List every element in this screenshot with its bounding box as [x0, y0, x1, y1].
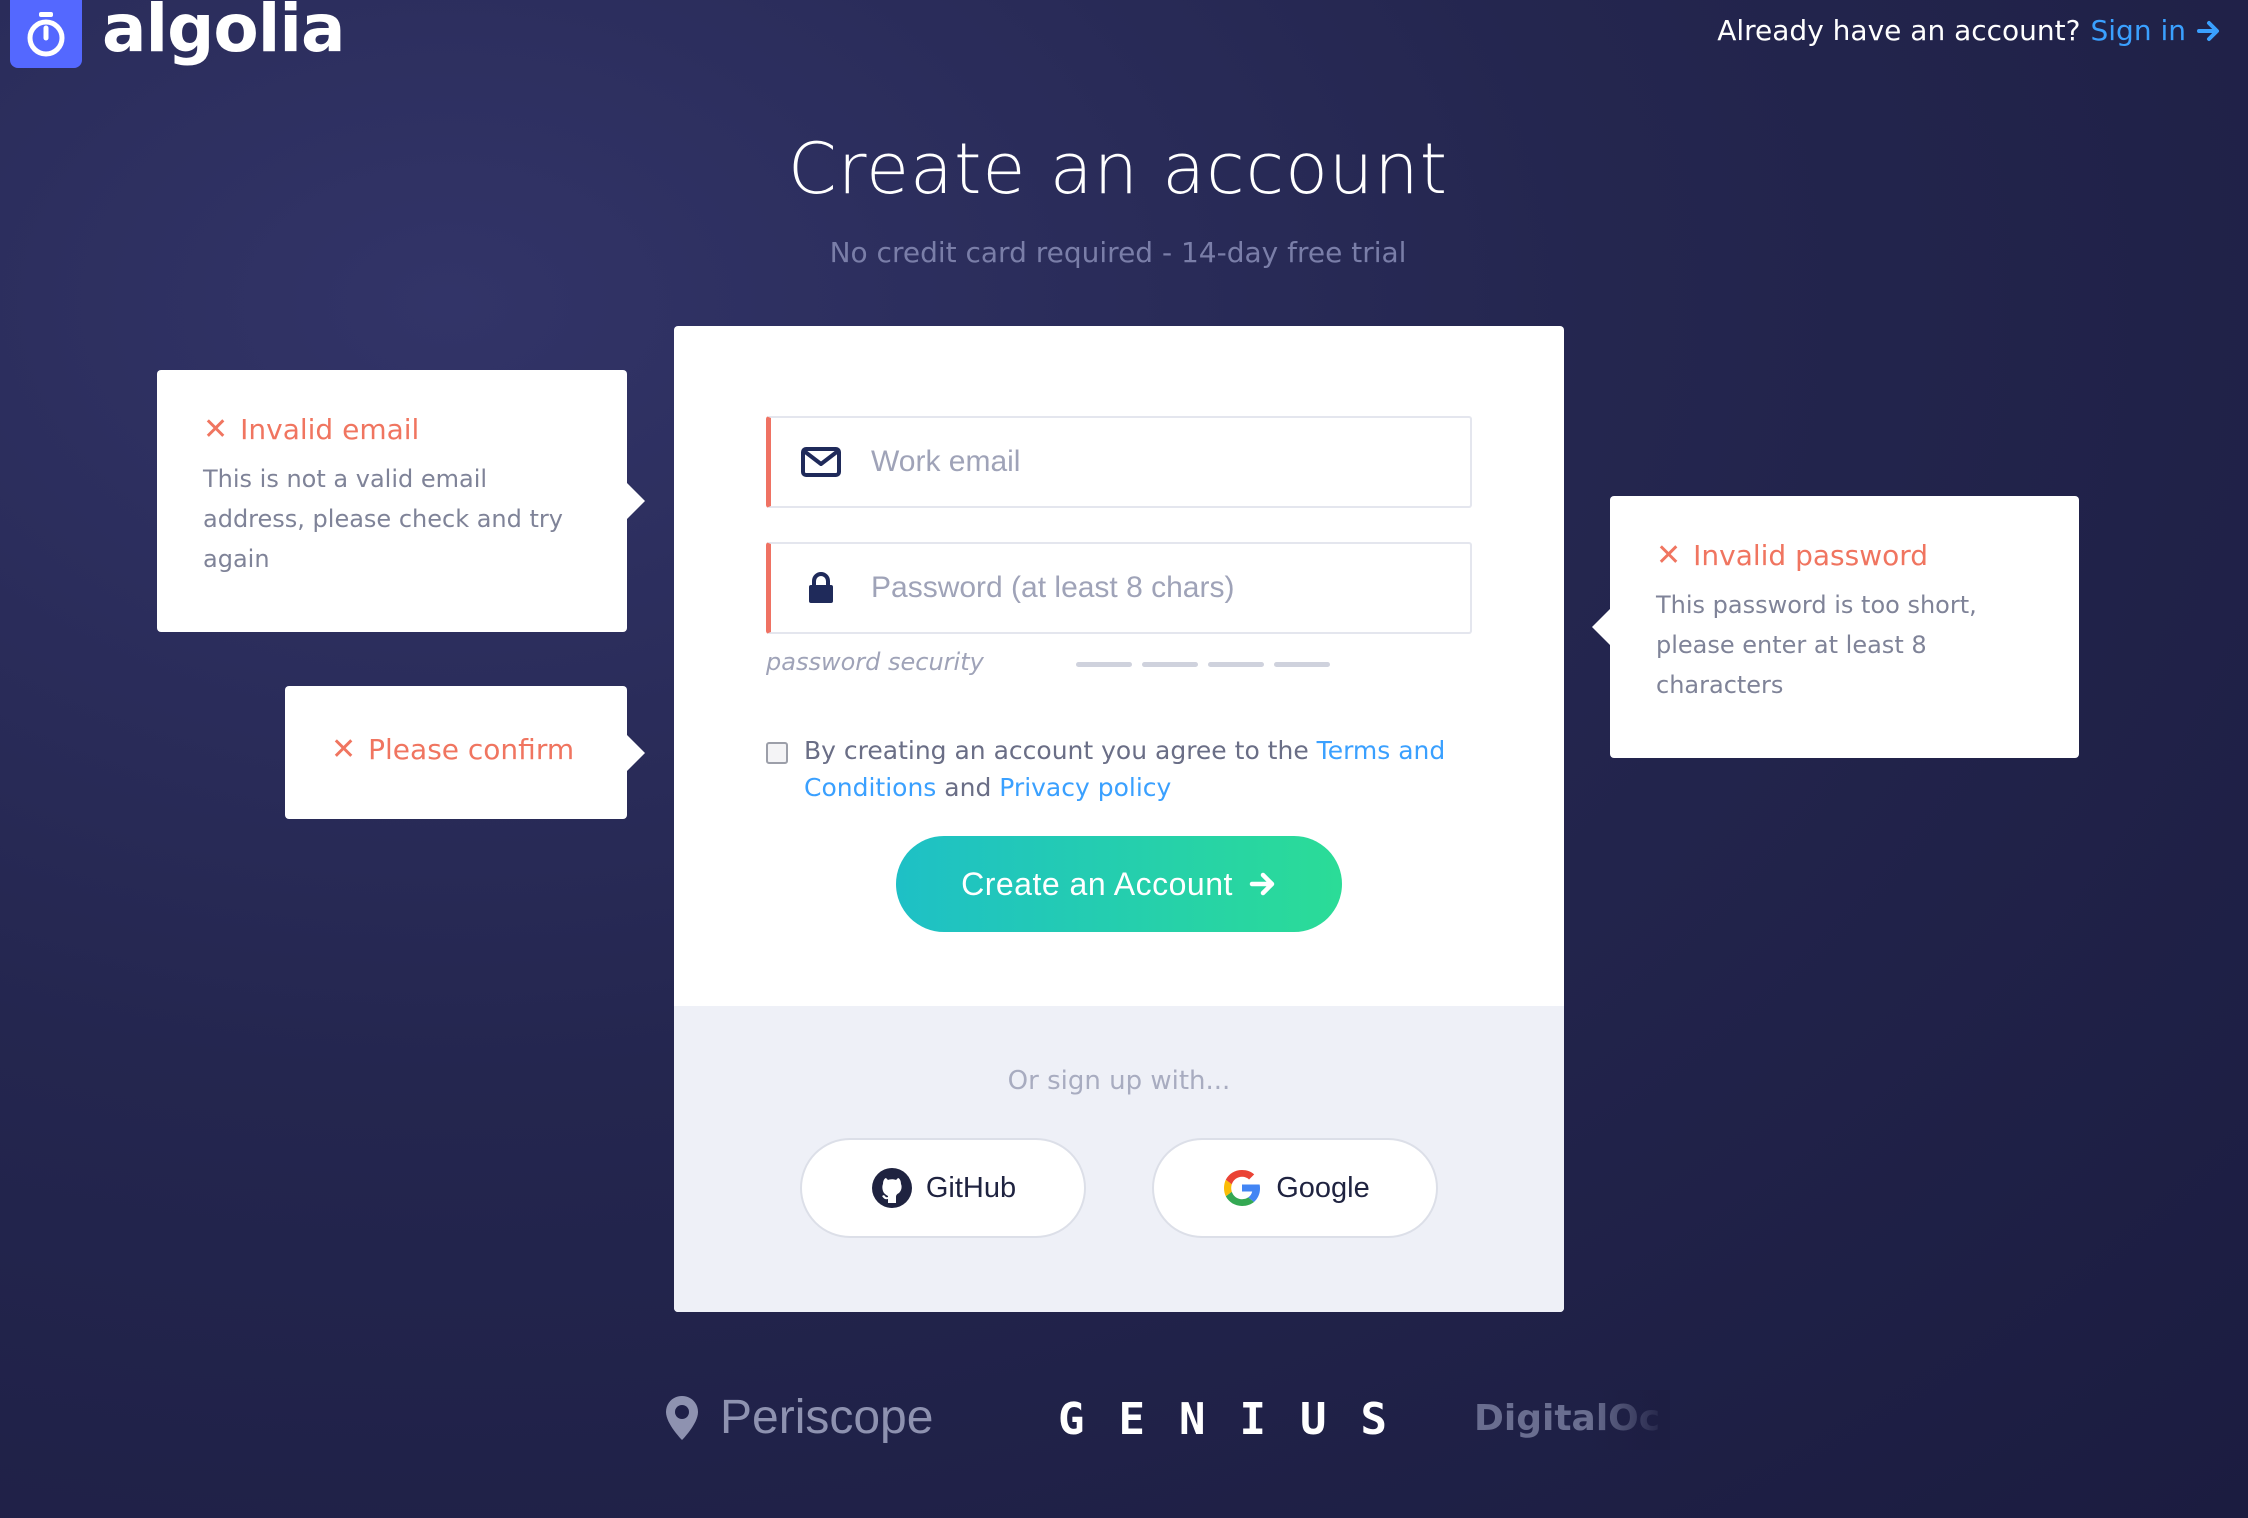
github-icon [871, 1168, 912, 1208]
email-error-tooltip: ✕ Invalid email This is not a valid emai… [157, 370, 645, 632]
email-error-message: This is not a valid email address, pleas… [203, 465, 563, 573]
periscope-logo: Periscope [664, 1390, 933, 1445]
close-icon: ✕ [203, 412, 229, 447]
genius-logo: GENIUS [1058, 1394, 1421, 1445]
terms-prefix: By creating an account you agree to the [804, 736, 1309, 765]
algolia-logo-mark[interactable] [10, 0, 82, 68]
arrow-right-icon[interactable] [2196, 18, 2222, 44]
google-icon [1224, 1170, 1261, 1206]
customer-logos: Periscope GENIUS DigitalOcean [0, 1390, 2248, 1460]
strength-bar [1208, 662, 1264, 667]
arrow-right-icon [1249, 872, 1275, 896]
confirm-error-title: Please confirm [368, 733, 575, 766]
signup-card: password security By creating an account… [674, 326, 1564, 1312]
github-label: GitHub [925, 1171, 1017, 1204]
algolia-stopwatch-icon [27, 12, 65, 57]
strength-bar [1076, 662, 1132, 667]
lock-icon [771, 571, 871, 605]
signin-area: Already have an account? Sign in [1717, 14, 2222, 47]
password-security-label: password security [766, 648, 984, 676]
email-error-title-row: ✕ Invalid email [203, 412, 581, 447]
email-error-title: Invalid email [240, 413, 420, 446]
create-account-label: Create an Account [961, 865, 1233, 902]
strength-bar [1142, 662, 1198, 667]
terms-checkbox[interactable] [766, 742, 788, 764]
email-input[interactable] [871, 445, 1431, 479]
close-icon: ✕ [1656, 538, 1682, 573]
social-signup-section [674, 1006, 1564, 1312]
password-error-tooltip: ✕ Invalid password This password is too … [1592, 496, 2079, 758]
page-title: Create an account [787, 128, 1449, 210]
terms-text: By creating an account you agree to the … [804, 732, 1466, 806]
page-subtitle: No credit card required - 14-day free tr… [829, 236, 1407, 269]
password-input[interactable] [871, 571, 1431, 605]
confirm-error-tooltip: ✕ Please confirm [285, 686, 645, 819]
periscope-wordmark: Periscope [720, 1391, 934, 1444]
password-strength-meter [1076, 662, 1330, 667]
password-error-title: Invalid password [1693, 539, 1929, 572]
google-label: Google [1276, 1171, 1370, 1204]
signin-prompt: Already have an account? [1717, 14, 2081, 47]
terms-and: and [944, 773, 992, 802]
close-icon: ✕ [331, 732, 357, 767]
password-field[interactable] [766, 542, 1472, 634]
algolia-wordmark[interactable]: algolia [102, 0, 346, 67]
or-sign-up-text: Or sign up with... [1007, 1066, 1231, 1096]
github-signup-button[interactable]: GitHub [800, 1138, 1086, 1238]
google-signup-button[interactable]: Google [1152, 1138, 1438, 1238]
confirm-error-title-row: ✕ Please confirm [331, 732, 581, 767]
password-error-message: This password is too short, please enter… [1656, 591, 1977, 699]
terms-agreement: By creating an account you agree to the … [766, 732, 1466, 806]
envelope-icon [771, 447, 871, 477]
map-pin-icon [666, 1395, 698, 1440]
strength-bar [1274, 662, 1330, 667]
password-error-title-row: ✕ Invalid password [1656, 538, 2033, 573]
email-field[interactable] [766, 416, 1472, 508]
signin-link[interactable]: Sign in [2091, 14, 2187, 47]
create-account-button[interactable]: Create an Account [896, 836, 1342, 932]
privacy-link[interactable]: Privacy policy [999, 773, 1171, 802]
logo-fade-overlay [1590, 1390, 1670, 1450]
